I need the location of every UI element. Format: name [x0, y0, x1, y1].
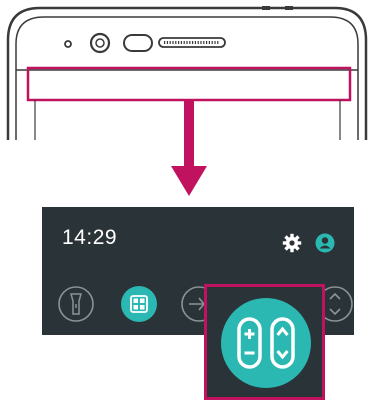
status-time: 14:29 [62, 226, 118, 249]
person-icon[interactable] [315, 233, 335, 253]
volume-keys-icon[interactable] [220, 297, 312, 389]
front-camera [89, 32, 111, 54]
quickmemo-icon[interactable] [120, 285, 158, 323]
flashlight-icon[interactable] [57, 285, 95, 323]
proximity-sensor [64, 40, 72, 48]
status-bar-highlight [26, 66, 352, 102]
swipe-down-arrow [171, 100, 207, 196]
gear-icon[interactable] [282, 233, 302, 253]
light-sensor [123, 34, 153, 52]
